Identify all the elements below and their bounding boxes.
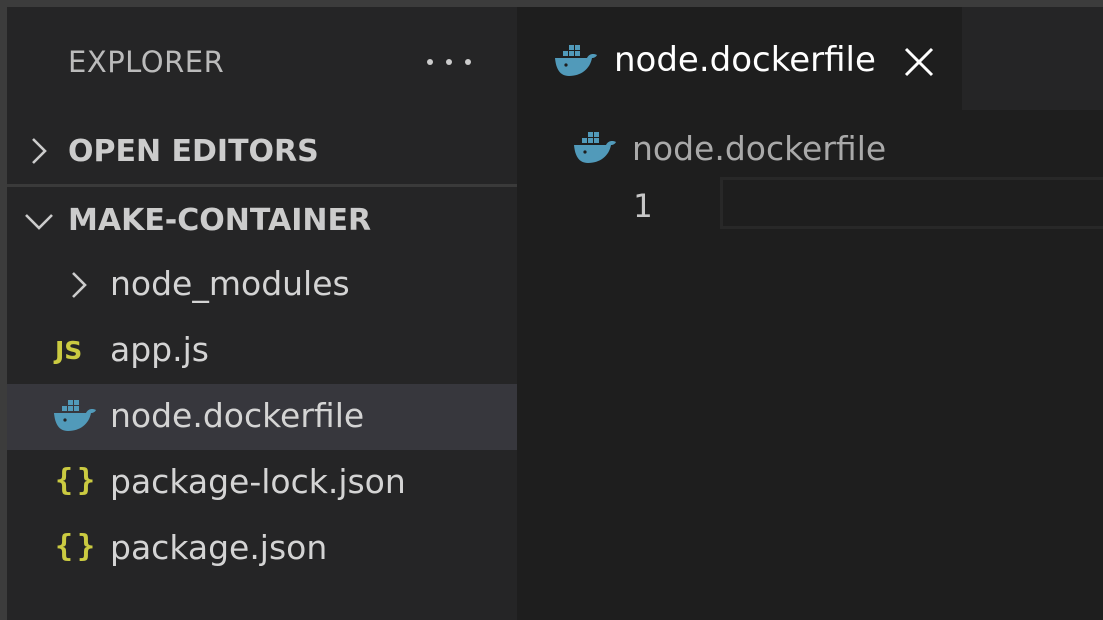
- editor-area: node.dockerfile node.dockerfile 1: [517, 7, 1103, 620]
- open-editors-title: OPEN EDITORS: [68, 134, 319, 169]
- more-actions-icon[interactable]: [427, 47, 471, 77]
- explorer-header: EXPLORER: [7, 7, 517, 114]
- explorer-title: EXPLORER: [68, 45, 225, 79]
- js-icon: JS: [55, 336, 83, 365]
- open-editors-section[interactable]: OPEN EDITORS: [7, 114, 517, 184]
- docker-icon: [54, 400, 96, 431]
- editor-current-line[interactable]: [720, 177, 1103, 229]
- chevron-down-icon: [25, 214, 53, 230]
- folder-title: MAKE-CONTAINER: [68, 203, 372, 238]
- tree-item-package-json[interactable]: {} package.json: [7, 516, 517, 582]
- explorer-sidebar: EXPLORER OPEN EDITORS MAKE-CONTAINER nod…: [7, 7, 517, 620]
- chevron-right-icon: [72, 272, 87, 298]
- breadcrumb-label: node.dockerfile: [632, 129, 887, 168]
- tab-bar: node.dockerfile: [517, 7, 1103, 110]
- tree-item-label: node_modules: [110, 264, 350, 303]
- tab-node-dockerfile[interactable]: node.dockerfile: [517, 7, 962, 110]
- tree-item-node-dockerfile[interactable]: node.dockerfile: [7, 384, 517, 450]
- tree-item-label: app.js: [110, 330, 209, 369]
- tree-item-node-modules[interactable]: node_modules: [7, 252, 517, 318]
- docker-icon: [555, 45, 597, 76]
- docker-icon: [574, 132, 616, 163]
- tree-item-label: package-lock.json: [110, 462, 406, 501]
- tab-label: node.dockerfile: [614, 40, 876, 80]
- chevron-right-icon: [32, 138, 47, 164]
- json-icon: {}: [55, 529, 100, 564]
- tree-item-label: package.json: [110, 528, 328, 567]
- json-icon: {}: [55, 463, 100, 498]
- folder-section[interactable]: MAKE-CONTAINER: [7, 187, 517, 252]
- close-icon[interactable]: [899, 42, 939, 82]
- line-number: 1: [632, 187, 652, 225]
- tree-item-package-lock-json[interactable]: {} package-lock.json: [7, 450, 517, 516]
- vscode-window: EXPLORER OPEN EDITORS MAKE-CONTAINER nod…: [7, 7, 1103, 620]
- tree-item-label: node.dockerfile: [110, 396, 365, 435]
- tree-item-app-js[interactable]: JS app.js: [7, 318, 517, 384]
